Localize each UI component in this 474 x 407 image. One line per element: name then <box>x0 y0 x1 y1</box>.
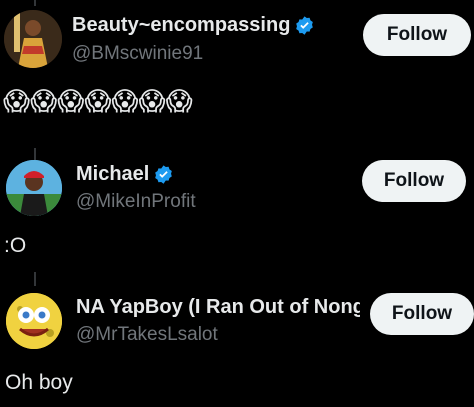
verified-badge-icon <box>155 165 173 184</box>
author-name[interactable]: Michael <box>76 163 149 186</box>
author-name[interactable]: NA YapBoy (I Ran Out of Nonɡ <box>76 296 360 319</box>
author-name[interactable]: Beauty~encompassing <box>72 14 290 37</box>
thread-line <box>34 0 36 6</box>
verified-badge-icon <box>296 16 314 35</box>
follow-button[interactable]: Follow <box>363 14 471 56</box>
avatar[interactable] <box>6 293 62 349</box>
tweet-text: :O <box>4 234 27 257</box>
tweet-text: 😱😱😱😱😱😱😱 <box>3 88 193 114</box>
thread-line <box>34 272 36 286</box>
tweet-text: Oh boy <box>5 371 73 394</box>
author-handle: @MikeInProfit <box>76 191 196 212</box>
tweet-emojis: 😱😱😱😱😱😱😱 <box>3 86 193 116</box>
follow-button[interactable]: Follow <box>370 293 474 335</box>
author-handle: @MrTakesLsalot <box>76 324 218 345</box>
author-name-row[interactable]: Beauty~encompassing <box>72 14 315 37</box>
avatar[interactable] <box>4 10 62 68</box>
thread-line <box>34 148 36 160</box>
author-handle: @BMscwinie91 <box>72 43 204 64</box>
avatar[interactable] <box>6 160 62 216</box>
follow-button[interactable]: Follow <box>362 160 466 202</box>
author-name-row[interactable]: NA YapBoy (I Ran Out of Nonɡ <box>76 296 360 319</box>
author-name-row[interactable]: Michael <box>76 163 174 186</box>
